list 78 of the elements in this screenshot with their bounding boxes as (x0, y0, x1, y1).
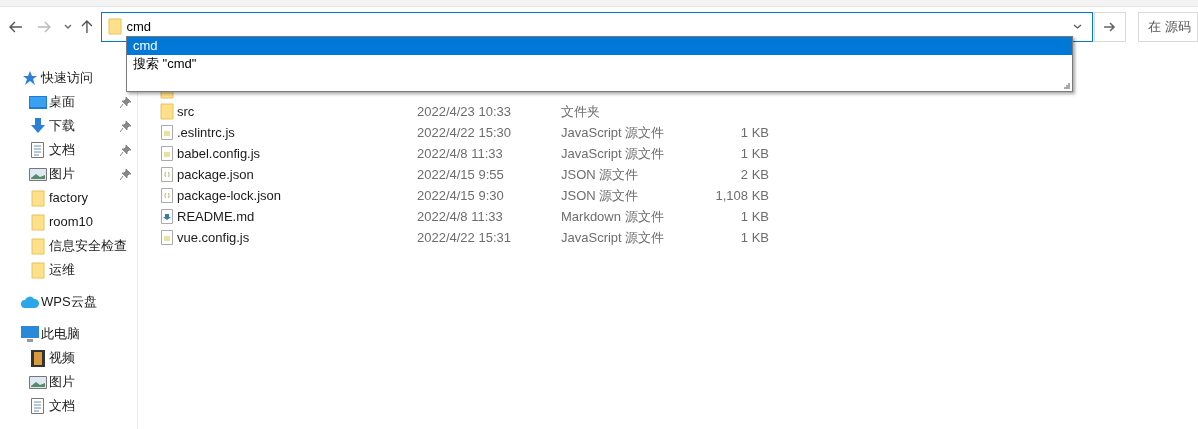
json-file-icon (161, 188, 173, 203)
file-name[interactable]: .eslintrc.js (177, 122, 235, 143)
chevron-down-icon[interactable] (1073, 24, 1083, 29)
sidebar-item[interactable]: 运维 (49, 260, 75, 280)
chevron-down-icon[interactable] (63, 24, 72, 29)
sidebar-item[interactable]: 桌面 (49, 92, 75, 112)
sidebar-item[interactable]: 文档 (49, 396, 75, 416)
folder-icon (30, 189, 45, 207)
json-file-icon (161, 167, 173, 182)
folder-icon (30, 261, 45, 279)
file-size: 1 KB (740, 144, 769, 163)
folder-icon (30, 237, 45, 255)
pictures-icon (28, 167, 47, 181)
file-type: JSON 源文件 (561, 186, 639, 205)
cloud-icon (20, 296, 39, 308)
pin-icon[interactable] (120, 168, 131, 180)
sidebar-item[interactable]: 视频 (49, 348, 75, 368)
folder-icon (160, 103, 174, 120)
date-modified: 2022/4/23 10:33 (417, 102, 511, 121)
search-field[interactable]: 在 源码 (1138, 11, 1198, 42)
file-size: 2 KB (740, 165, 769, 184)
sidebar-item[interactable]: 文档 (49, 140, 75, 160)
file-size: 1 KB (740, 123, 769, 142)
file-name[interactable]: vue.config.js (177, 227, 250, 248)
document-icon (31, 398, 44, 414)
up-arrow-icon[interactable] (80, 19, 93, 34)
sidebar-item[interactable]: 图片 (49, 164, 75, 184)
sidebar-item[interactable]: 下载 (49, 116, 75, 136)
back-arrow-icon[interactable] (9, 20, 23, 33)
star-icon (21, 70, 38, 86)
suggestion-item[interactable]: 搜索 "cmd" (127, 55, 1072, 73)
sidebar-item[interactable]: 图片 (49, 372, 75, 392)
file-name[interactable]: package-lock.json (177, 185, 282, 206)
pin-icon[interactable] (120, 144, 131, 156)
sidebar-item[interactable]: 此电脑 (41, 324, 80, 344)
markdown-file-icon (161, 209, 173, 224)
js-file-icon (161, 125, 173, 140)
pin-icon[interactable] (120, 96, 131, 108)
date-modified: 2022/4/15 9:30 (417, 186, 504, 205)
film-icon (30, 349, 45, 367)
date-modified: 2022/4/22 15:31 (417, 228, 511, 247)
pin-icon[interactable] (120, 120, 131, 132)
sidebar-item[interactable]: room10 (49, 212, 94, 232)
sidebar-item[interactable]: WPS云盘 (41, 292, 97, 312)
file-type: JSON 源文件 (561, 165, 639, 184)
folder-icon (30, 213, 45, 231)
file-name[interactable]: README.md (177, 206, 255, 227)
date-modified: 2022/4/15 9:55 (417, 165, 504, 184)
file-size: 1,108 KB (715, 186, 769, 205)
date-modified: 2022/4/8 11:33 (417, 207, 503, 226)
document-icon (31, 142, 44, 158)
forward-arrow-icon[interactable] (36, 20, 51, 33)
arrow-right-icon (1104, 21, 1117, 32)
download-icon (29, 118, 46, 134)
file-type: 文件夹 (561, 102, 600, 121)
sidebar-item[interactable]: 信息安全检查 (49, 236, 127, 256)
date-modified: 2022/4/22 15:30 (417, 123, 511, 142)
file-type: JavaScript 源文件 (561, 123, 665, 142)
file-type: JavaScript 源文件 (561, 144, 665, 163)
file-name[interactable]: package.json (177, 164, 254, 185)
file-type: Markdown 源文件 (561, 207, 664, 226)
file-type: JavaScript 源文件 (561, 228, 665, 247)
computer-icon (20, 326, 39, 342)
sidebar-item[interactable]: 快速访问 (41, 68, 93, 88)
sidebar-item[interactable]: factory (49, 188, 88, 208)
file-size: 1 KB (740, 207, 769, 226)
file-name[interactable]: babel.config.js (177, 143, 261, 164)
folder-icon (107, 18, 122, 35)
file-name[interactable]: src (177, 101, 195, 122)
date-modified: 2022/4/8 11:33 (417, 144, 503, 163)
js-file-icon (161, 230, 173, 245)
suggestion-item[interactable]: cmd (127, 37, 1072, 55)
file-size: 1 KB (740, 228, 769, 247)
go-button[interactable] (1094, 11, 1126, 42)
resize-grip-icon[interactable] (1063, 82, 1070, 89)
desktop-icon (28, 95, 47, 109)
js-file-icon (161, 146, 173, 161)
pictures-icon (28, 375, 47, 389)
